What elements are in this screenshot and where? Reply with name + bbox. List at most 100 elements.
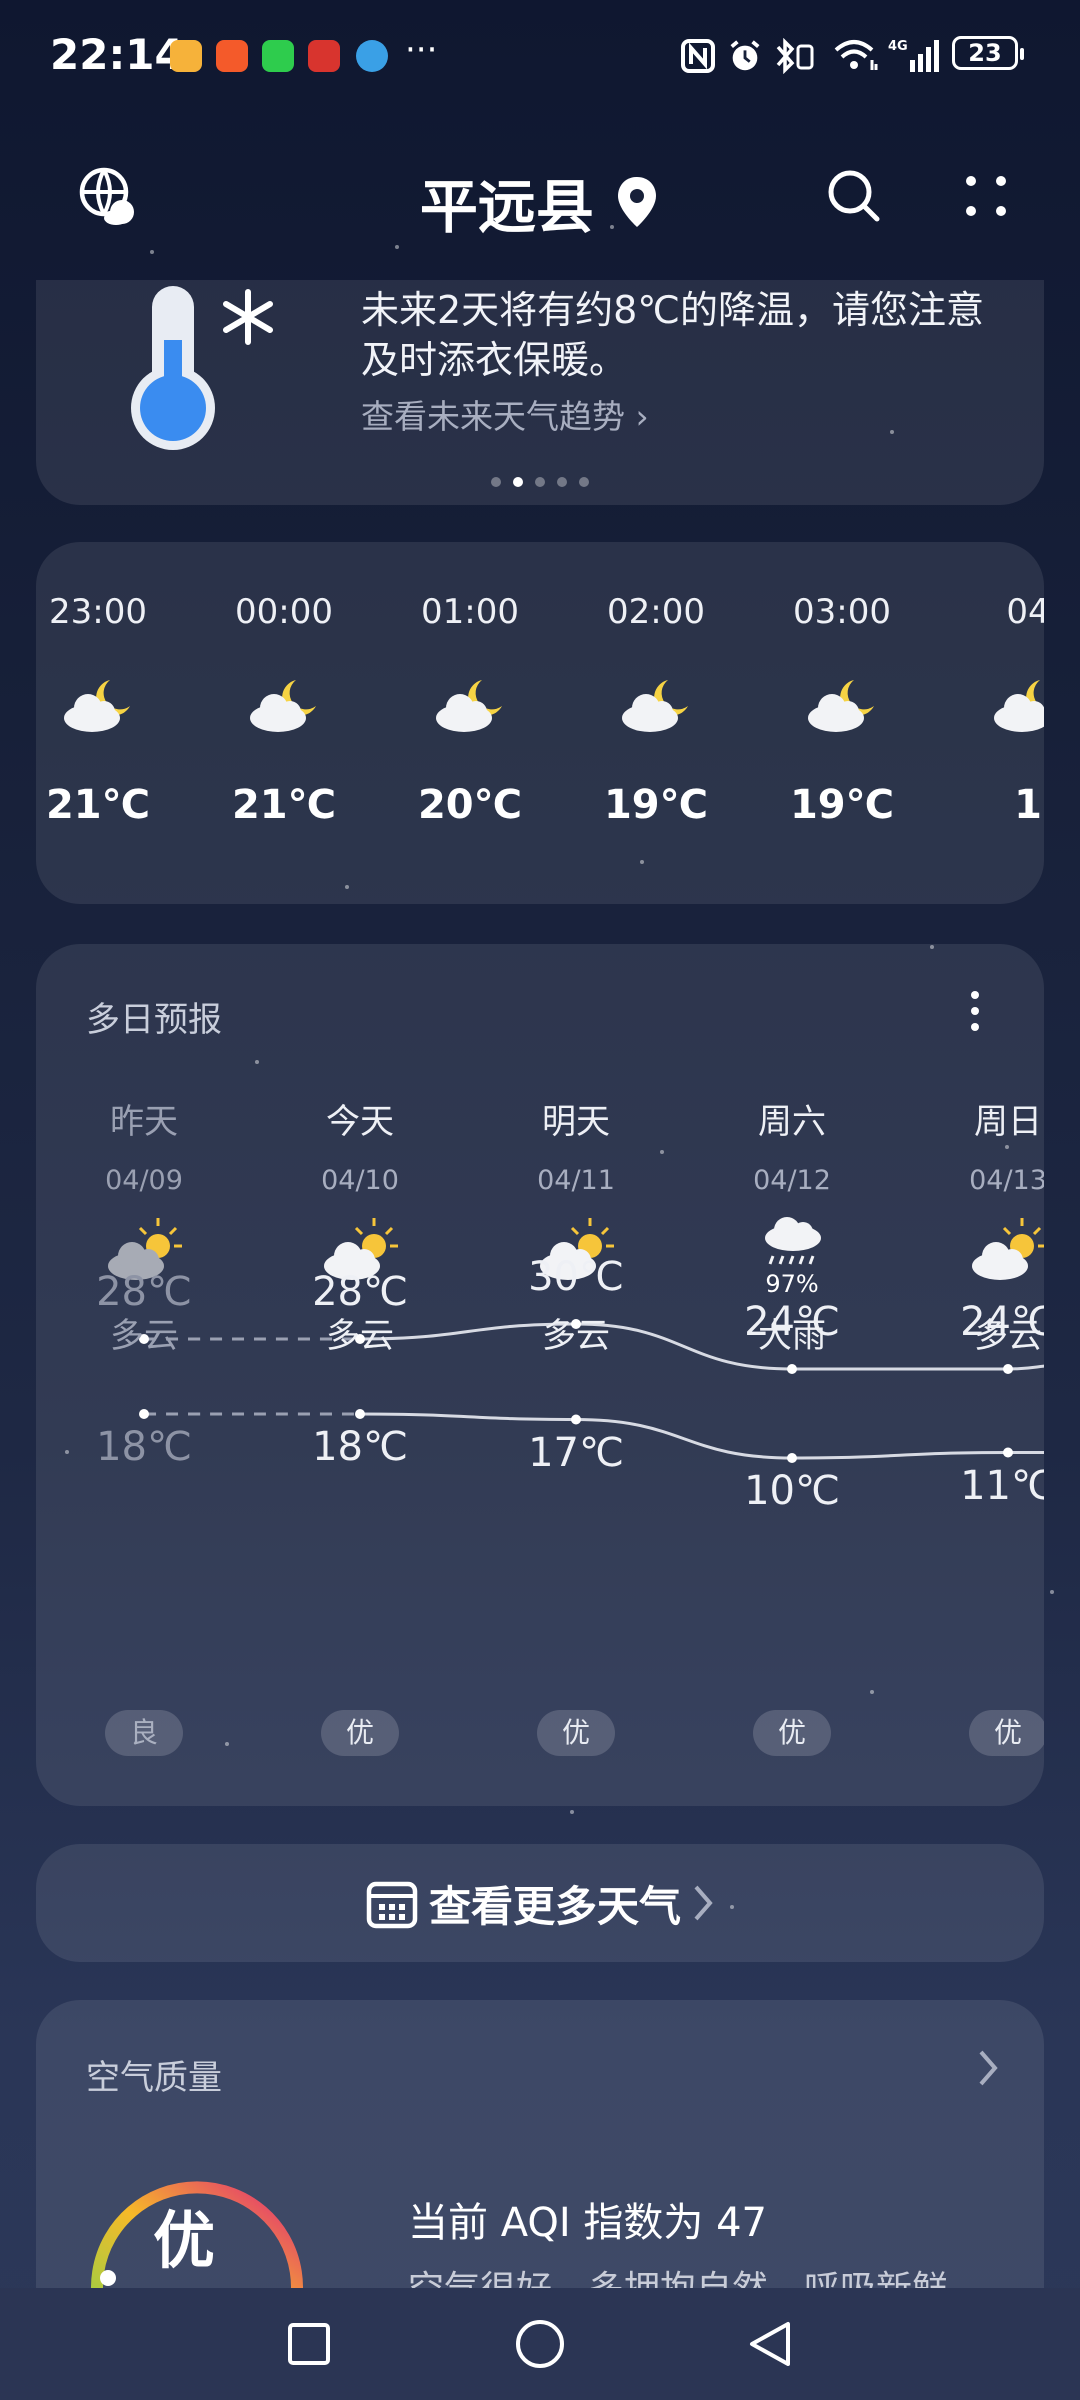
aqi-advice: 空气很好，多拥抱自然，呼吸新鲜 bbox=[408, 2260, 948, 2288]
pager-dot-active bbox=[513, 477, 523, 487]
more-options-button[interactable] bbox=[950, 160, 1022, 232]
thermometer-snow-icon bbox=[131, 286, 273, 450]
high-temp-label: 28℃ bbox=[312, 1269, 408, 1315]
temperature-trend-chart bbox=[139, 1319, 1044, 1463]
day-date: 04/09 bbox=[105, 1165, 183, 1196]
wechat-notification-icon bbox=[262, 40, 294, 72]
back-button[interactable] bbox=[734, 2314, 804, 2374]
moon-cloud-icon bbox=[405, 672, 535, 742]
city-title[interactable]: 平远县 bbox=[0, 160, 1080, 244]
aqi-badge: 优 bbox=[753, 1710, 831, 1756]
game-notification-icon bbox=[308, 40, 340, 72]
aqi-badge: 优 bbox=[321, 1710, 399, 1756]
daily-item[interactable]: 今天 04/10 多云 bbox=[290, 1094, 430, 1357]
search-icon bbox=[828, 170, 880, 222]
chevron-right-icon bbox=[694, 1885, 713, 1921]
hourly-time: 04 bbox=[1006, 592, 1044, 632]
pager-dot bbox=[491, 477, 501, 487]
recents-button[interactable] bbox=[274, 2314, 344, 2374]
hourly-temp: 21℃ bbox=[231, 782, 337, 828]
hourly-item: 02:00 19℃ bbox=[591, 592, 721, 828]
day-date: 04/11 bbox=[537, 1165, 615, 1196]
home-button[interactable] bbox=[505, 2314, 575, 2374]
day-condition: 多云 bbox=[326, 1316, 394, 1356]
day-name: 今天 bbox=[326, 1102, 394, 1142]
hourly-time: 01:00 bbox=[421, 592, 519, 632]
low-temp-segment bbox=[791, 1451, 1009, 1460]
day-date: 04/12 bbox=[753, 1165, 831, 1196]
day-name: 周六 bbox=[758, 1102, 826, 1142]
day-date: 04/10 bbox=[321, 1165, 399, 1196]
day-name: 明天 bbox=[542, 1102, 610, 1142]
high-temp-label: 24℃ bbox=[744, 1299, 840, 1345]
hourly-item: 01:00 20℃ bbox=[405, 592, 535, 828]
aqi-badge: 优 bbox=[969, 1710, 1044, 1756]
high-temp-point bbox=[1003, 1364, 1013, 1374]
hourly-item: 04 1 bbox=[963, 592, 1044, 828]
svg-text:4G: 4G bbox=[888, 39, 908, 54]
high-temp-segment bbox=[1007, 1364, 1044, 1371]
low-temp-point bbox=[139, 1409, 149, 1419]
navigation-bar bbox=[0, 2288, 1080, 2400]
daily-forecast-card[interactable]: 多日预报 昨天 04/09 多云良今天 04/10 多云优明天 04/11 多云优周六 04/… bbox=[36, 944, 1044, 1806]
moon-cloud-icon bbox=[777, 672, 907, 742]
weather-trend-link[interactable]: 查看未来天气趋势 › bbox=[361, 390, 649, 438]
app-notification-icon bbox=[216, 40, 248, 72]
aqi-summary: 当前 AQI 指数为 47 bbox=[408, 2200, 767, 2246]
temperature-alert-card[interactable]: 未来2天将有约8℃的降温，请您注意及时添衣保暖。 查看未来天气趋势 › bbox=[36, 280, 1044, 505]
browser-notification-icon bbox=[356, 40, 388, 72]
hourly-temp: 21℃ bbox=[45, 782, 151, 828]
day-date: 04/13 bbox=[969, 1165, 1044, 1196]
back-triangle-icon bbox=[750, 2322, 790, 2366]
app-header: 平远县 bbox=[0, 140, 1080, 250]
aqi-badge: 优 bbox=[537, 1710, 615, 1756]
low-temp-label: 18℃ bbox=[312, 1424, 408, 1470]
low-temp-point bbox=[1003, 1447, 1013, 1458]
more-weather-label: 查看更多天气 bbox=[428, 1881, 681, 1931]
hourly-item: 03:00 19℃ bbox=[777, 592, 907, 828]
square-icon bbox=[288, 2323, 330, 2365]
location-pin-icon bbox=[618, 177, 657, 227]
chevron-right-icon bbox=[979, 2050, 998, 2086]
alert-pager bbox=[36, 472, 1044, 491]
low-temp-label: 17℃ bbox=[528, 1429, 624, 1476]
hourly-time: 03:00 bbox=[793, 592, 891, 632]
hourly-temp: 1 bbox=[1014, 782, 1042, 828]
more-weather-card[interactable]: 查看更多天气 bbox=[36, 1844, 1044, 1962]
air-quality-title: 空气质量 bbox=[86, 2058, 222, 2098]
high-temp-label: 30℃ bbox=[528, 1254, 624, 1300]
high-temp-point bbox=[787, 1364, 797, 1374]
hourly-temp: 20℃ bbox=[417, 782, 523, 828]
pager-dot bbox=[535, 477, 545, 487]
hourly-time: 23:00 bbox=[49, 592, 147, 632]
nfc-icon bbox=[681, 39, 715, 73]
hourly-item: 23:00 21℃ bbox=[36, 592, 163, 828]
hourly-time: 02:00 bbox=[607, 592, 705, 632]
search-button[interactable] bbox=[818, 160, 890, 232]
alert-message: 未来2天将有约8℃的降温，请您注意及时添衣保暖。 bbox=[361, 288, 985, 382]
low-temp-segment bbox=[359, 1412, 577, 1421]
aqi-level: 优 bbox=[152, 2204, 215, 2277]
hourly-forecast-card[interactable]: 23:00 21℃ 00:00 21℃ 01:00 20℃ 02:00 19℃ 03:00 19℃… bbox=[36, 542, 1044, 904]
high-temp-label: 24℃ bbox=[960, 1299, 1044, 1345]
calendar-icon bbox=[366, 1881, 418, 1929]
low-temp-label: 18℃ bbox=[96, 1424, 192, 1470]
status-time: 22:14 bbox=[50, 30, 184, 79]
bluetooth-icon bbox=[776, 38, 814, 74]
more-notifications-icon: ··· bbox=[405, 30, 438, 70]
sun-cloud-icon bbox=[938, 1214, 1044, 1294]
day-name: 周日 bbox=[974, 1102, 1042, 1142]
battery-indicator: 23 bbox=[952, 36, 1024, 70]
low-temp-point bbox=[571, 1414, 581, 1425]
aqi-badge: 良 bbox=[105, 1710, 183, 1756]
day-name: 昨天 bbox=[110, 1102, 178, 1142]
status-bar: 22:14 ··· 4G 23 bbox=[0, 0, 1080, 110]
alarm-icon bbox=[730, 40, 760, 71]
air-quality-card[interactable]: 空气质量 优 当前 AQI 指数为 47 空气很好，多拥抱自然，呼吸新鲜 bbox=[36, 2000, 1044, 2288]
daily-item[interactable]: 明天 04/11 多云 bbox=[506, 1094, 646, 1357]
pager-dot bbox=[579, 477, 589, 487]
hourly-temp: 19℃ bbox=[789, 782, 895, 828]
daily-item[interactable]: 昨天 04/09 多云 bbox=[74, 1094, 214, 1357]
circle-icon bbox=[516, 2320, 564, 2368]
low-temp-point bbox=[355, 1409, 365, 1419]
